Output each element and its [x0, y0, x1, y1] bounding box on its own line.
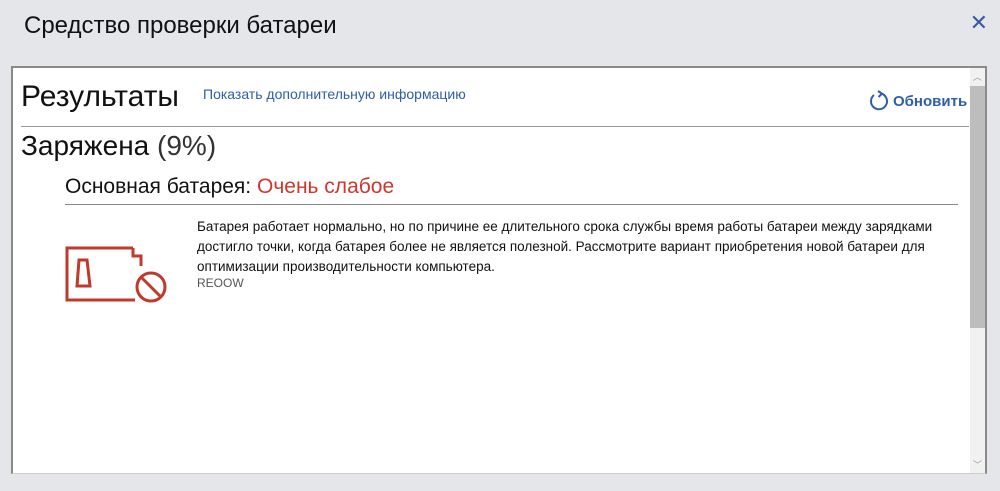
window-title: Средство проверки батареи [24, 12, 337, 39]
battery-disabled-icon [65, 246, 167, 303]
charge-percent: (9%) [157, 130, 217, 161]
battery-description: Батарея работает нормально, но по причин… [197, 219, 933, 274]
battery-code: REOOW [197, 276, 244, 290]
divider [65, 204, 958, 205]
scroll-up-icon[interactable]: ︿ [973, 70, 982, 83]
charge-label: Заряжена [21, 130, 150, 161]
scrollbar[interactable]: ︿ ﹀ [970, 68, 985, 473]
battery-title: Основная батарея: Очень слабое [65, 175, 394, 199]
battery-name: Основная батарея: [65, 175, 252, 198]
battery-condition: Очень слабое [256, 175, 395, 198]
results-panel: Результаты Показать дополнительную инфор… [11, 66, 987, 474]
results-heading: Результаты [21, 80, 179, 113]
divider [21, 126, 969, 127]
refresh-icon [870, 90, 888, 111]
refresh-label: Обновить [893, 92, 968, 110]
title-bar: Средство проверки батареи ✕ [0, 0, 1000, 47]
scrollbar-thumb[interactable] [970, 86, 985, 328]
refresh-button[interactable]: Обновить [868, 90, 967, 112]
more-info-link[interactable]: Показать дополнительную информацию [203, 86, 466, 102]
scroll-down-icon[interactable]: ﹀ [973, 458, 982, 471]
charge-status: Заряжена (9%) [21, 130, 216, 162]
close-icon[interactable]: ✕ [970, 10, 988, 36]
